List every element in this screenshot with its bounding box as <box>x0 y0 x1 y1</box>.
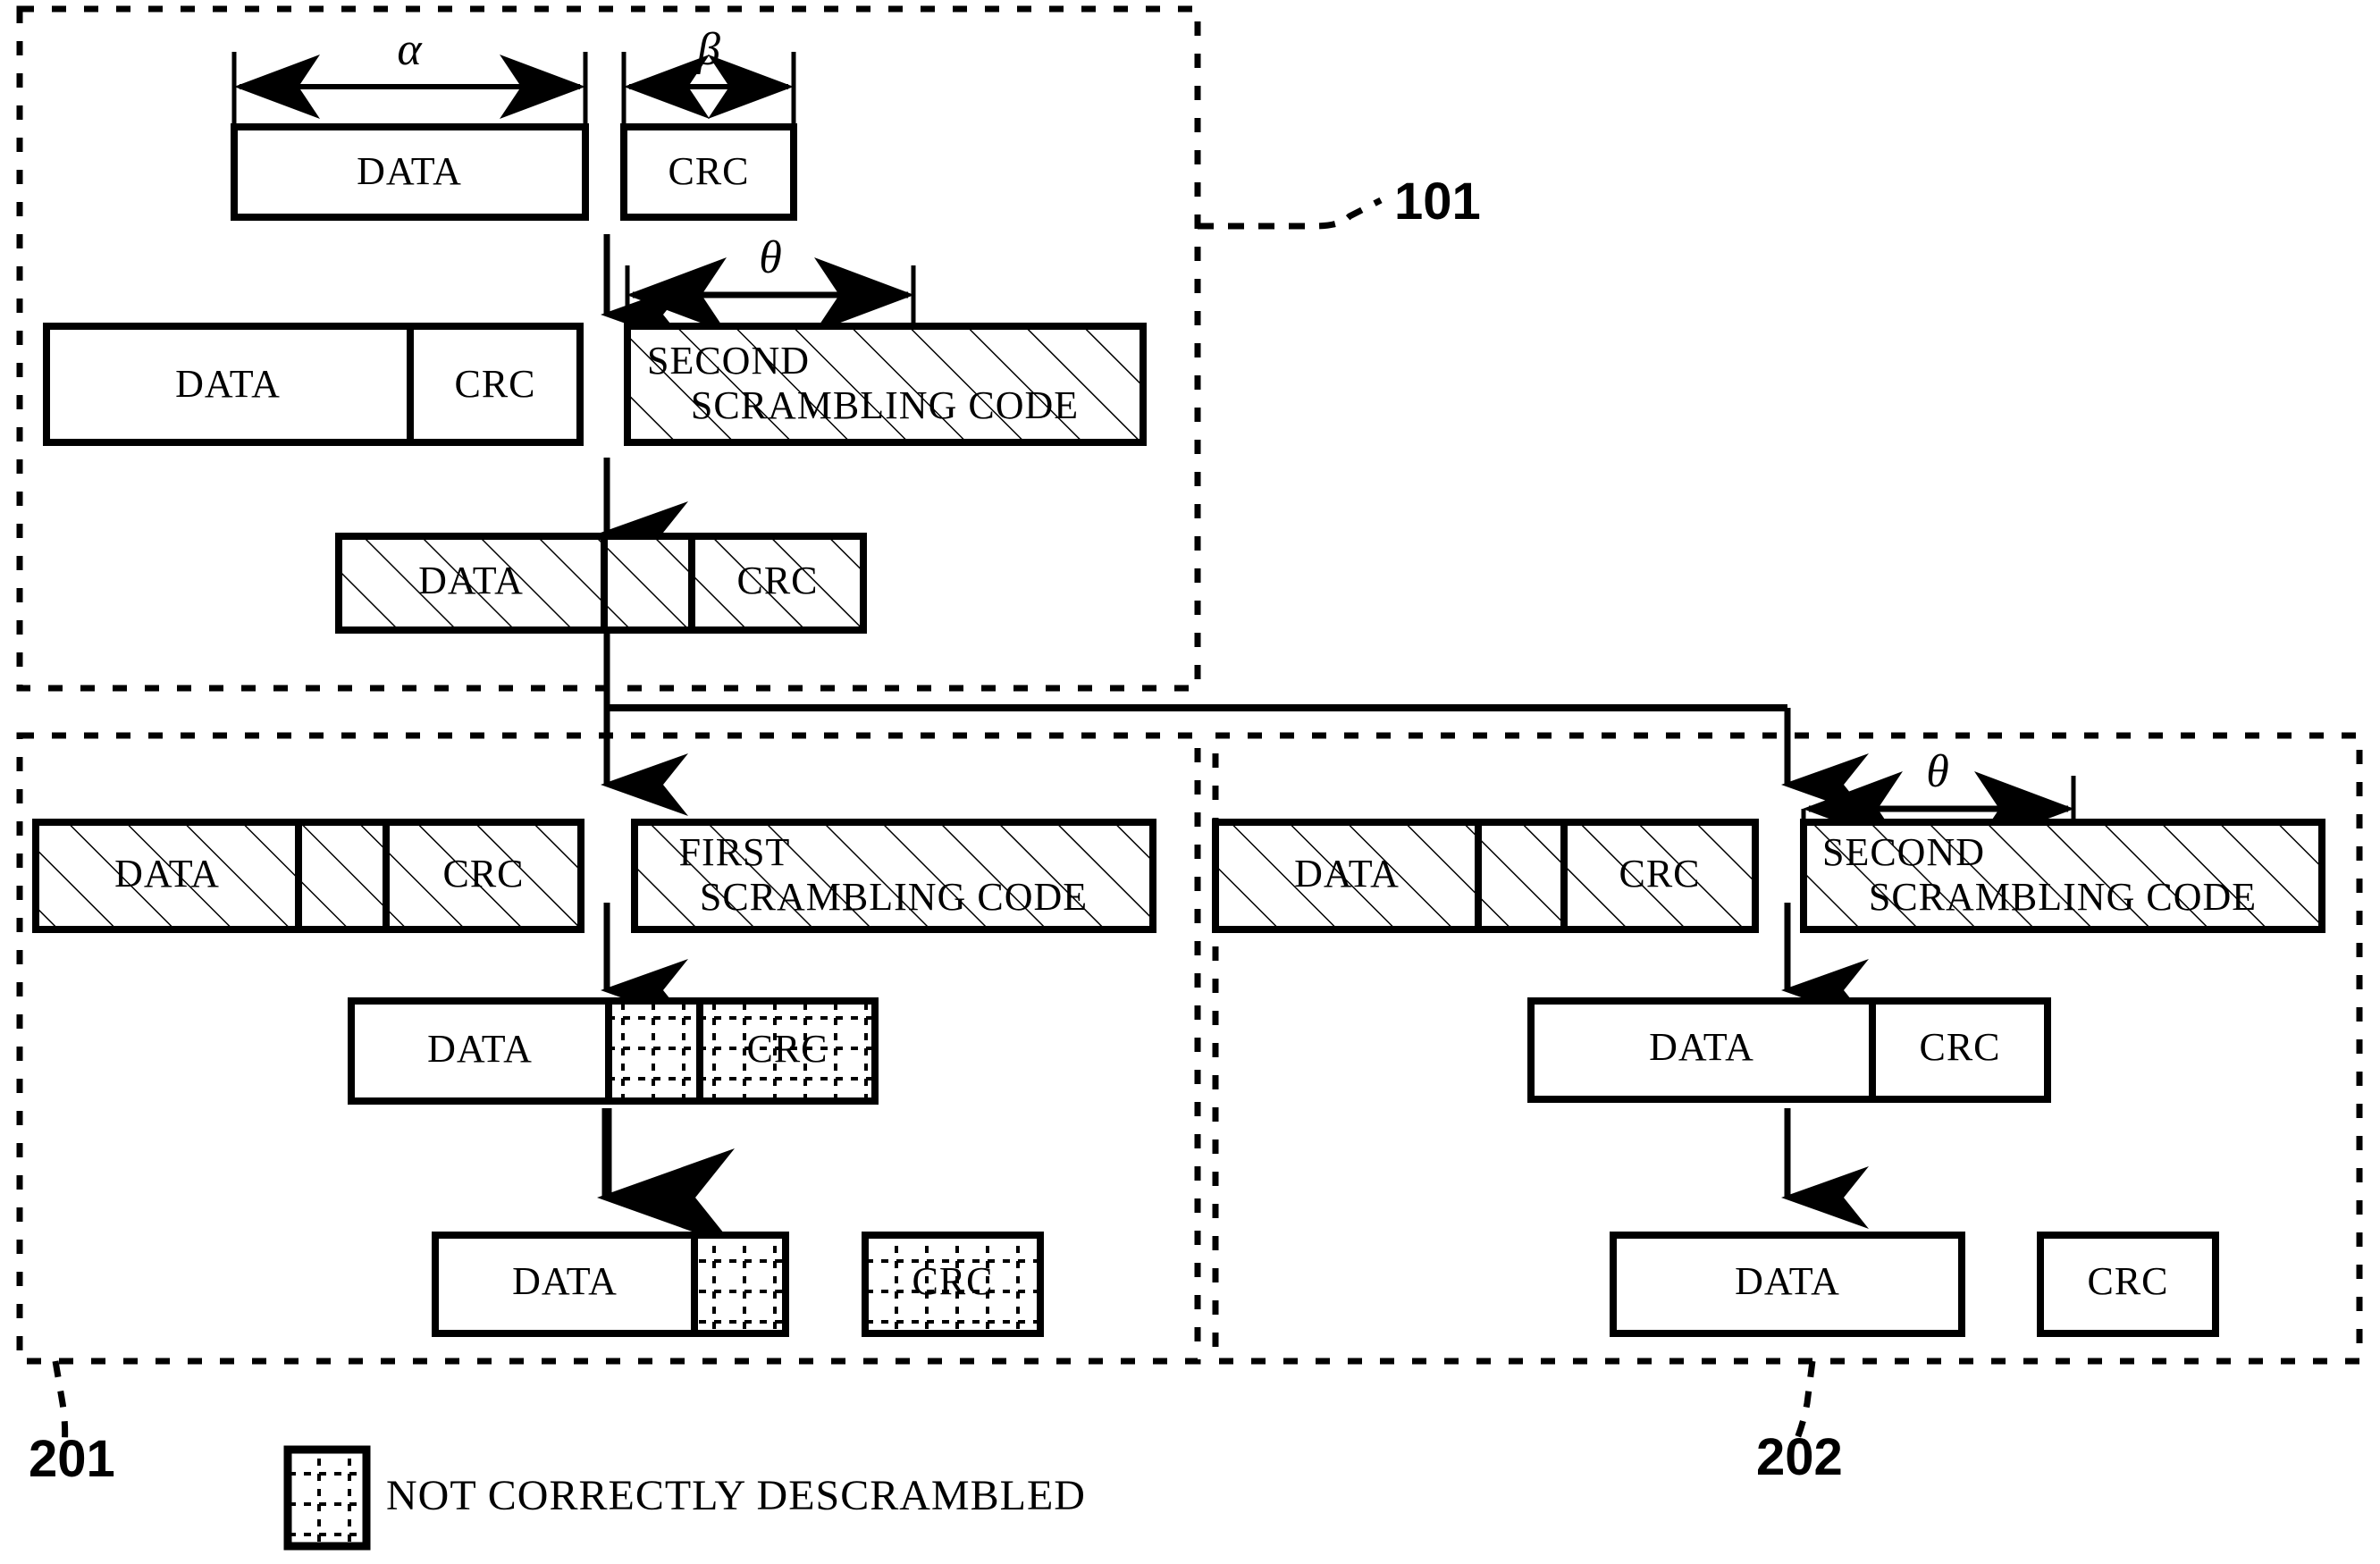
legend-label: NOT CORRECTLY DESCRAMBLED <box>386 1472 1086 1519</box>
label-data-p202-r3: DATA <box>1735 1259 1840 1303</box>
label-first-code-line2-p201: SCRAMBLING CODE <box>700 875 1088 919</box>
beta-symbol: β <box>696 24 720 75</box>
label-data-p202-r1: DATA <box>1294 852 1400 896</box>
label-data-p202-r2: DATA <box>1649 1025 1754 1069</box>
theta-symbol-p101: θ <box>759 232 782 283</box>
text-layer: α β θ θ 101 201 202 DATA CRC DATA CRC SE… <box>29 24 2257 1519</box>
label-data-p101-r3: DATA <box>418 559 524 602</box>
label-second-code-line2-p202: SCRAMBLING CODE <box>1869 875 2257 919</box>
label-crc-p101-r1: CRC <box>668 149 749 193</box>
label-crc-p101-r2: CRC <box>454 362 535 406</box>
label-crc-p201-r1: CRC <box>442 852 524 896</box>
label-first-code-line1-p201: FIRST <box>679 830 791 874</box>
label-crc-p202-r2: CRC <box>1919 1025 2000 1069</box>
alpha-symbol: α <box>397 24 423 75</box>
label-data-p201-r3: DATA <box>512 1259 618 1303</box>
label-crc-p201-r2: CRC <box>746 1027 828 1071</box>
label-data-p101-r2: DATA <box>175 362 281 406</box>
ref-101: 101 <box>1394 172 1481 231</box>
label-crc-p202-r3: CRC <box>2087 1259 2168 1303</box>
label-data-p101-r1: DATA <box>357 149 462 193</box>
theta-symbol-p202: θ <box>1926 746 1949 797</box>
label-second-code-line2-p101: SCRAMBLING CODE <box>691 383 1079 427</box>
label-crc-p201-r3: CRC <box>912 1259 993 1303</box>
label-data-p201-r1: DATA <box>114 852 220 896</box>
label-second-code-line1-p101: SECOND <box>647 339 810 383</box>
label-second-code-line1-p202: SECOND <box>1822 830 1985 874</box>
label-data-p201-r2: DATA <box>427 1027 533 1071</box>
label-crc-p101-r3: CRC <box>736 559 818 602</box>
label-crc-p202-r1: CRC <box>1619 852 1700 896</box>
figure-canvas: α β θ θ 101 201 202 DATA CRC DATA CRC SE… <box>0 0 2380 1564</box>
ref-202: 202 <box>1756 1428 1843 1486</box>
ref-201: 201 <box>29 1430 115 1488</box>
